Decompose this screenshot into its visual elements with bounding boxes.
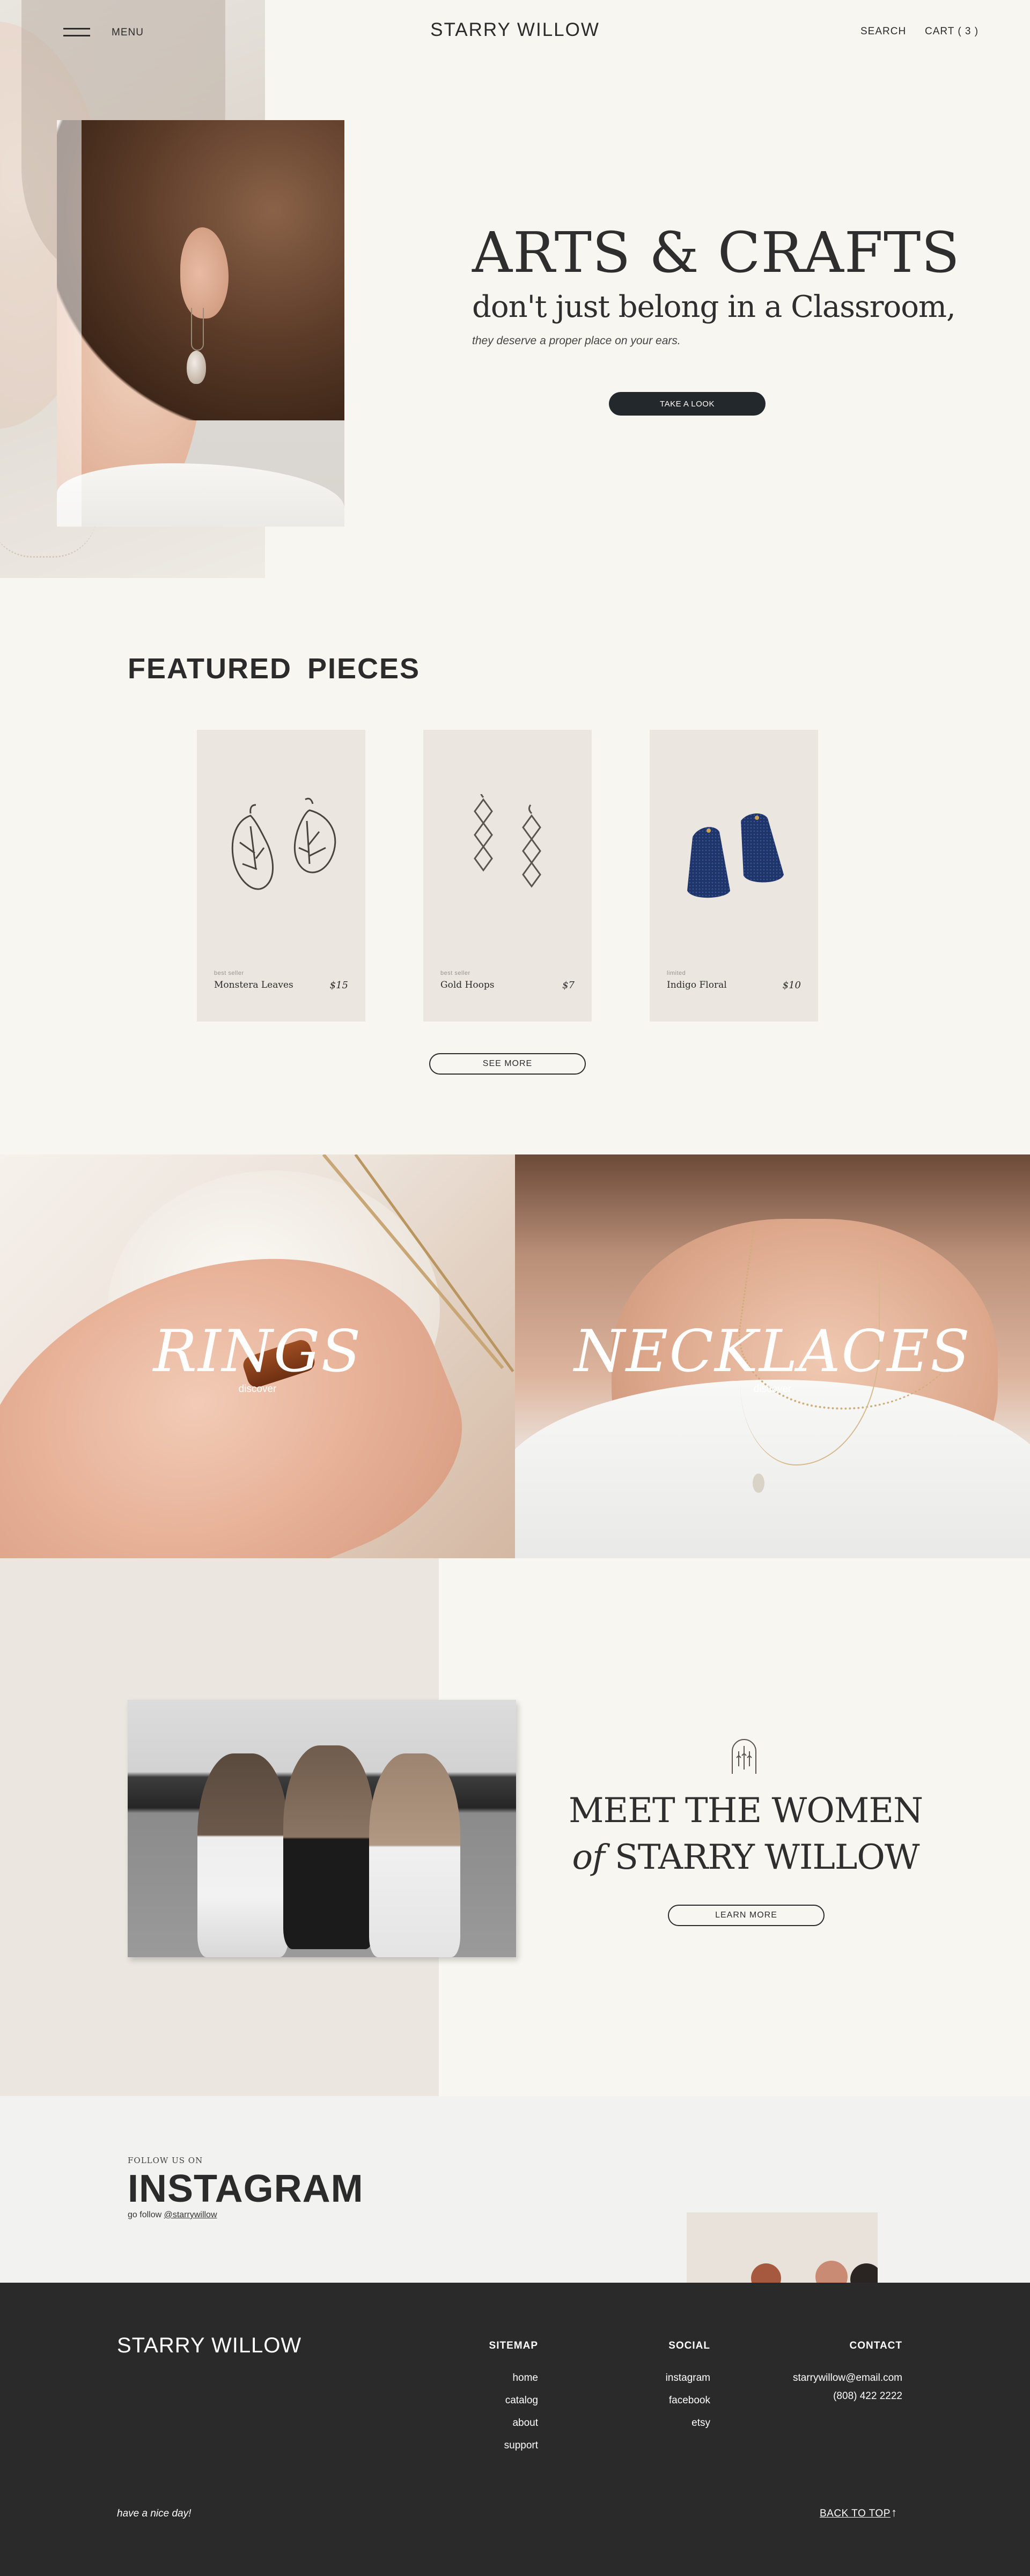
- product-badge: best seller: [214, 970, 244, 976]
- footer-link-facebook[interactable]: facebook: [669, 2395, 710, 2407]
- instagram-section: FOLLOW US ON INSTAGRAM go follow @starry…: [0, 2096, 1030, 2283]
- product-price: $15: [329, 980, 348, 991]
- product-price: $7: [562, 980, 575, 991]
- category-necklaces[interactable]: NECKLACES discover: [515, 1154, 1030, 1558]
- footer-contact-email[interactable]: starrywillow@email.com: [793, 2372, 902, 2384]
- product-card-indigo-floral[interactable]: limited Indigo Floral $10: [650, 730, 818, 1021]
- instagram-title: INSTAGRAM: [128, 2167, 364, 2210]
- category-discover-link[interactable]: discover: [0, 1383, 515, 1395]
- product-badge: limited: [667, 970, 686, 976]
- arrow-up-icon[interactable]: ↑: [891, 2506, 897, 2520]
- footer-link-home[interactable]: home: [512, 2372, 538, 2384]
- footer-link-support[interactable]: support: [504, 2440, 538, 2452]
- instagram-post-thumbnail[interactable]: [687, 2212, 878, 2283]
- product-card-gold-hoops[interactable]: best seller Gold Hoops $7: [423, 730, 592, 1021]
- instagram-follow-label: FOLLOW US ON: [128, 2156, 203, 2165]
- willow-emblem-icon: [732, 1739, 756, 1774]
- see-more-button[interactable]: SEE MORE: [429, 1053, 586, 1075]
- footer-link-etsy[interactable]: etsy: [691, 2417, 710, 2429]
- instagram-follow-prefix: go follow: [128, 2210, 164, 2219]
- category-title: RINGS: [153, 1318, 362, 1385]
- search-link[interactable]: SEARCH: [860, 26, 906, 38]
- footer-link-instagram[interactable]: instagram: [666, 2372, 710, 2384]
- founders-photo: [128, 1700, 516, 1957]
- product-name: Gold Hoops: [440, 980, 495, 990]
- meet-title-line1: MEET THE WOMEN: [568, 1791, 923, 1831]
- meet-title-brand: STARRY WILLOW: [615, 1838, 920, 1877]
- product-price: $10: [782, 980, 801, 991]
- footer-link-about[interactable]: about: [512, 2417, 538, 2429]
- instagram-handle-link[interactable]: @starrywillow: [164, 2210, 217, 2219]
- monstera-earrings-icon: [231, 797, 336, 890]
- category-title: NECKLACES: [574, 1318, 971, 1385]
- take-a-look-button[interactable]: TAKE A LOOK: [609, 392, 766, 416]
- hero-tagline: they deserve a proper place on your ears…: [472, 335, 681, 347]
- meet-title-line2: of STARRY WILLOW: [536, 1838, 955, 1877]
- footer-sitemap-heading: SITEMAP: [489, 2340, 538, 2351]
- category-rings[interactable]: RINGS discover: [0, 1154, 515, 1558]
- meet-title-of: of: [572, 1838, 605, 1877]
- featured-title: FEATURED PIECES: [128, 653, 421, 685]
- site-header: MENU STARRY WILLOW SEARCH CART ( 3 ): [0, 0, 1030, 64]
- footer-link-catalog[interactable]: catalog: [505, 2395, 538, 2407]
- product-name: Monstera Leaves: [214, 980, 293, 990]
- product-name: Indigo Floral: [667, 980, 727, 990]
- product-card-monstera[interactable]: best seller Monstera Leaves $15: [197, 730, 365, 1021]
- footer-social-heading: SOCIAL: [668, 2340, 710, 2351]
- gold-hoops-earrings-icon: [474, 794, 541, 888]
- back-to-top-link[interactable]: BACK TO TOP: [820, 2508, 891, 2520]
- indigo-floral-earrings-icon: [687, 813, 784, 898]
- hero-subtitle: don't just belong in a Classroom,: [472, 290, 956, 324]
- hero-title: ARTS & CRAFTS: [472, 220, 960, 285]
- cart-link[interactable]: CART ( 3 ): [925, 26, 979, 38]
- product-badge: best seller: [440, 970, 470, 976]
- hero-earring-photo: [57, 120, 344, 527]
- footer-contact-heading: CONTACT: [849, 2340, 902, 2351]
- footer-brand[interactable]: STARRY WILLOW: [117, 2334, 301, 2358]
- category-discover-link[interactable]: discover: [515, 1383, 1030, 1395]
- instagram-follow-text: go follow @starrywillow: [128, 2210, 217, 2220]
- footer-contact-phone: (808) 422 2222: [833, 2390, 902, 2402]
- learn-more-button[interactable]: LEARN MORE: [668, 1905, 825, 1926]
- site-footer: STARRY WILLOW SITEMAP home catalog about…: [0, 2283, 1030, 2576]
- footer-tagline: have a nice day!: [117, 2508, 192, 2519]
